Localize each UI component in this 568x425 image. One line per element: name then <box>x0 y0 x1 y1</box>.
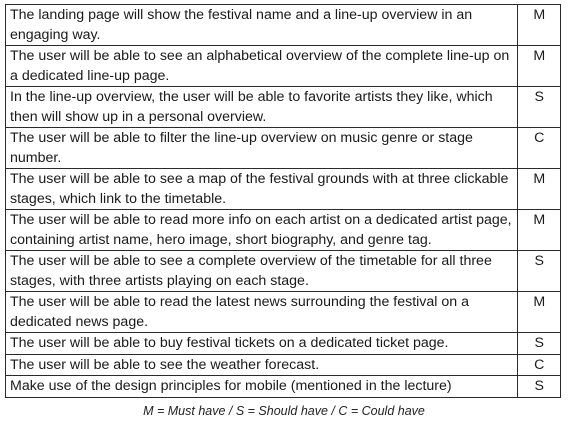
requirement-text: The user will be able to see the weather… <box>4 353 519 376</box>
requirement-text: The user will be able to buy festival ti… <box>4 332 519 355</box>
requirement-text: In the line-up overview, the user will b… <box>4 86 519 128</box>
requirement-text: The user will be able to filter the line… <box>4 127 519 169</box>
priority-cell: S <box>517 332 561 355</box>
requirements-table-body: The landing page will show the festival … <box>4 4 561 398</box>
table-row: The user will be able to buy festival ti… <box>4 332 561 355</box>
priority-cell: M <box>517 209 561 251</box>
requirement-text: The user will be able to read the latest… <box>4 291 519 333</box>
table-row: The user will be able to see a map of th… <box>4 168 561 210</box>
priority-cell: M <box>517 168 561 210</box>
table-row: The user will be able to see an alphabet… <box>4 45 561 87</box>
table-row: The user will be able to see a complete … <box>4 250 561 292</box>
table-row: The landing page will show the festival … <box>4 4 561 46</box>
priority-cell: S <box>517 86 561 128</box>
priority-cell: M <box>517 291 561 333</box>
table-row: The user will be able to filter the line… <box>4 127 561 169</box>
priority-cell: M <box>517 45 561 87</box>
priority-cell: C <box>517 127 561 169</box>
requirement-text: Make use of the design principles for mo… <box>4 375 519 398</box>
table-row: The user will be able to see the weather… <box>4 353 561 376</box>
requirement-text: The user will be able to read more info … <box>4 209 519 251</box>
priority-cell: S <box>517 250 561 292</box>
priority-cell: M <box>517 4 561 46</box>
table-row: The user will be able to read more info … <box>4 209 561 251</box>
requirements-table: The landing page will show the festival … <box>4 4 561 398</box>
priority-cell: S <box>517 375 561 398</box>
table-row: The user will be able to read the latest… <box>4 291 561 333</box>
requirement-text: The user will be able to see an alphabet… <box>4 45 519 87</box>
priority-legend: M = Must have / S = Should have / C = Co… <box>143 404 425 418</box>
table-row: In the line-up overview, the user will b… <box>4 86 561 128</box>
priority-cell: C <box>517 353 561 376</box>
requirement-text: The user will be able to see a complete … <box>4 250 519 292</box>
requirement-text: The landing page will show the festival … <box>4 4 519 46</box>
requirement-text: The user will be able to see a map of th… <box>4 168 519 210</box>
table-row: Make use of the design principles for mo… <box>4 375 561 398</box>
